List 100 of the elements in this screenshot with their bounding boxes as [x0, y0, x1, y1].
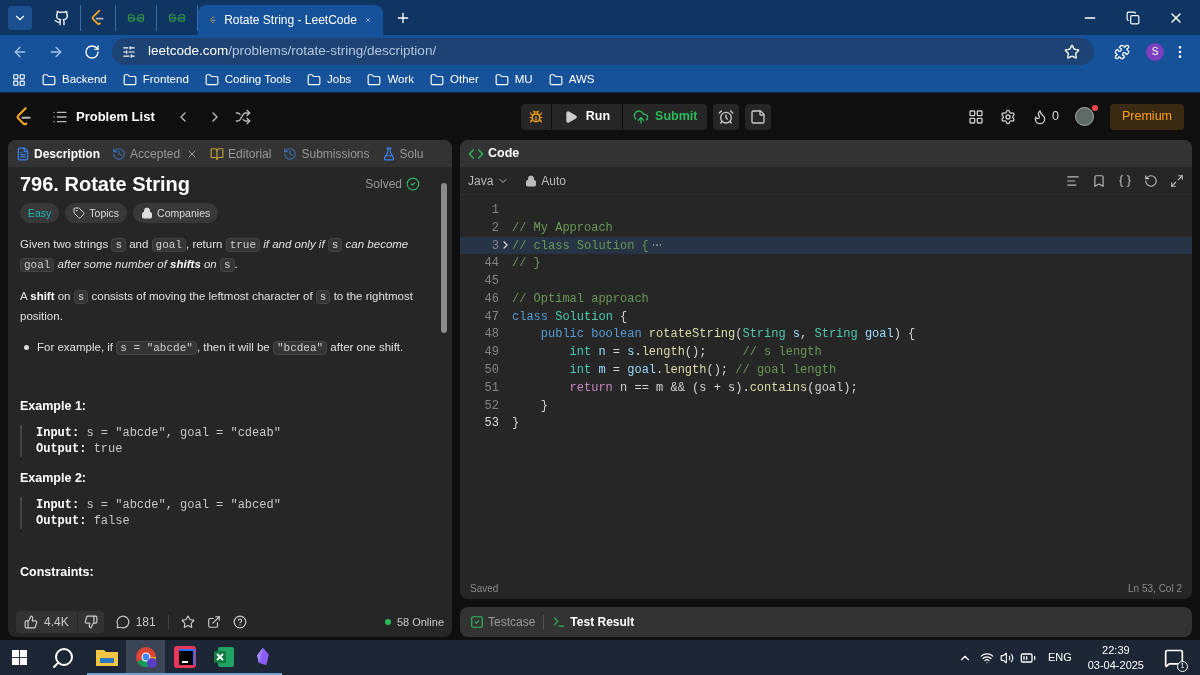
solved-status: Solved [365, 175, 420, 193]
upload-icon [633, 108, 650, 125]
bookmark-star-icon[interactable] [1064, 43, 1080, 60]
share-icon[interactable] [206, 615, 221, 629]
lock-icon [141, 207, 154, 219]
folder-icon [307, 73, 322, 87]
spreadsheet-icon[interactable] [211, 644, 236, 669]
topics-button[interactable]: Topics [65, 203, 128, 223]
history-icon [283, 146, 298, 161]
tab-title: Rotate String - LeetCode [224, 12, 357, 29]
example-output-text: Output: false [36, 513, 131, 529]
panel-tab[interactable]: Test Result [552, 613, 635, 631]
bookmark[interactable]: Frontend [122, 71, 189, 89]
description-text: Given two strings s and goal , return true if and only if s can become goal after some number of shifts on s . [20, 237, 410, 274]
submit-button[interactable]: Submit [623, 103, 708, 130]
layout-icon[interactable] [968, 108, 985, 125]
streak-counter[interactable]: 0 [1032, 107, 1059, 126]
code-line: int n = s.length(); // s length [568, 344, 822, 362]
vote-buttons[interactable]: 4.4K [16, 611, 104, 633]
language-select[interactable]: Java [468, 171, 510, 190]
bookmark[interactable]: Coding Tools [204, 71, 292, 89]
cursor-position: Ln 53, Col 2 [1128, 581, 1182, 596]
panel-title: Code [488, 145, 520, 163]
site-settings-icon[interactable] [122, 44, 136, 59]
notifications-icon[interactable] [1164, 647, 1184, 668]
maximize-icon[interactable] [1170, 173, 1184, 188]
comments-button[interactable]: 181 [115, 613, 156, 631]
chrome-icon[interactable] [133, 644, 158, 669]
panel-tab[interactable]: Accepted [112, 144, 199, 163]
example-input-text: Input: s = "abcde", goal = "cdeab" [36, 425, 282, 441]
browser-tab[interactable]: Rotate String - LeetCode [198, 5, 383, 35]
bookmark-icon[interactable] [1092, 173, 1106, 188]
braces-icon[interactable] [1118, 173, 1132, 188]
problem-list-button[interactable]: Problem List [52, 106, 155, 127]
windows-icon[interactable] [12, 650, 27, 665]
code-line: return n == m && (s + s).contains(goal); [568, 379, 858, 397]
line-number: 51 [483, 379, 499, 397]
date-text: 03-04-2025 [1087, 657, 1144, 673]
clock[interactable]: 22:39 03-04-2025 [1087, 642, 1144, 673]
wifi-icon[interactable] [979, 650, 994, 665]
apps-icon[interactable] [12, 73, 26, 87]
lock-icon [525, 174, 538, 187]
panel-tab[interactable]: Testcase [470, 613, 536, 631]
bookmark[interactable]: Work [367, 71, 414, 89]
folder-icon [548, 73, 563, 87]
ide-icon[interactable] [172, 644, 197, 669]
description-text: For example, if s = "abcde" , then it will be "bcdea" after one shift. [37, 340, 404, 357]
help-icon[interactable] [232, 615, 247, 629]
auto-mode[interactable]: Auto [525, 171, 567, 190]
reload-icon[interactable] [84, 43, 100, 60]
description-text: A shift on s consists of moving the leftmost character of s to the rightmost position. [20, 289, 414, 324]
book-icon [210, 146, 225, 161]
taskbar-app[interactable] [126, 640, 165, 675]
note-icon [750, 108, 767, 125]
notes-button[interactable] [745, 103, 772, 130]
settings-icon[interactable] [1000, 108, 1017, 125]
run-button[interactable]: Run [551, 103, 624, 130]
premium-button[interactable]: Premium [1110, 103, 1184, 130]
play-icon [563, 109, 578, 124]
panel-tab[interactable]: Submissions [283, 144, 370, 163]
timer-button[interactable] [713, 103, 740, 130]
check-circle-icon [406, 177, 420, 191]
line-number: 45 [483, 273, 499, 291]
folder-icon [122, 73, 137, 87]
favorite-icon[interactable] [180, 615, 195, 629]
language-indicator[interactable]: ENG [1047, 649, 1072, 666]
scrollbar-thumb[interactable] [441, 183, 447, 333]
reset-icon[interactable] [1144, 173, 1158, 188]
address-field[interactable]: leetcode.com/problems/rotate-string/description/ [112, 38, 1094, 65]
history-icon [112, 146, 127, 161]
bookmark[interactable]: MU [494, 71, 533, 89]
volume-icon[interactable] [999, 650, 1014, 665]
code-line: // Optimal approach [512, 290, 649, 308]
panel-tab[interactable]: Editorial [210, 144, 272, 163]
checkbox-icon [470, 615, 484, 629]
line-number: 3 [490, 237, 499, 255]
save-status: Saved [470, 581, 499, 596]
search-icon[interactable] [51, 645, 75, 670]
bookmark[interactable]: Backend [42, 71, 107, 89]
format-icon[interactable] [1066, 173, 1080, 188]
profile-avatar[interactable]: S [1146, 42, 1164, 61]
bookmark[interactable]: Jobs [307, 71, 352, 89]
geeks-icon [167, 11, 187, 24]
user-avatar[interactable] [1075, 107, 1094, 126]
bookmark[interactable]: Other [430, 71, 479, 89]
restore-icon[interactable] [1126, 10, 1140, 25]
constraints-heading: Constraints: [20, 564, 95, 581]
companies-button[interactable]: Companies [133, 203, 219, 223]
extensions-icon[interactable] [1114, 43, 1130, 60]
terminal-icon [552, 615, 567, 629]
line-number: 52 [483, 397, 499, 415]
panel-tab[interactable]: Description [16, 144, 100, 163]
geeks-icon [126, 11, 146, 24]
panel-tab[interactable]: Solu [381, 144, 424, 163]
shuffle-icon[interactable] [234, 108, 251, 125]
bookmark[interactable]: AWS [548, 71, 595, 89]
bug-icon [528, 109, 543, 124]
github-icon [54, 9, 70, 26]
line-number: 53 [483, 415, 499, 433]
tab-search-button[interactable] [8, 5, 32, 30]
